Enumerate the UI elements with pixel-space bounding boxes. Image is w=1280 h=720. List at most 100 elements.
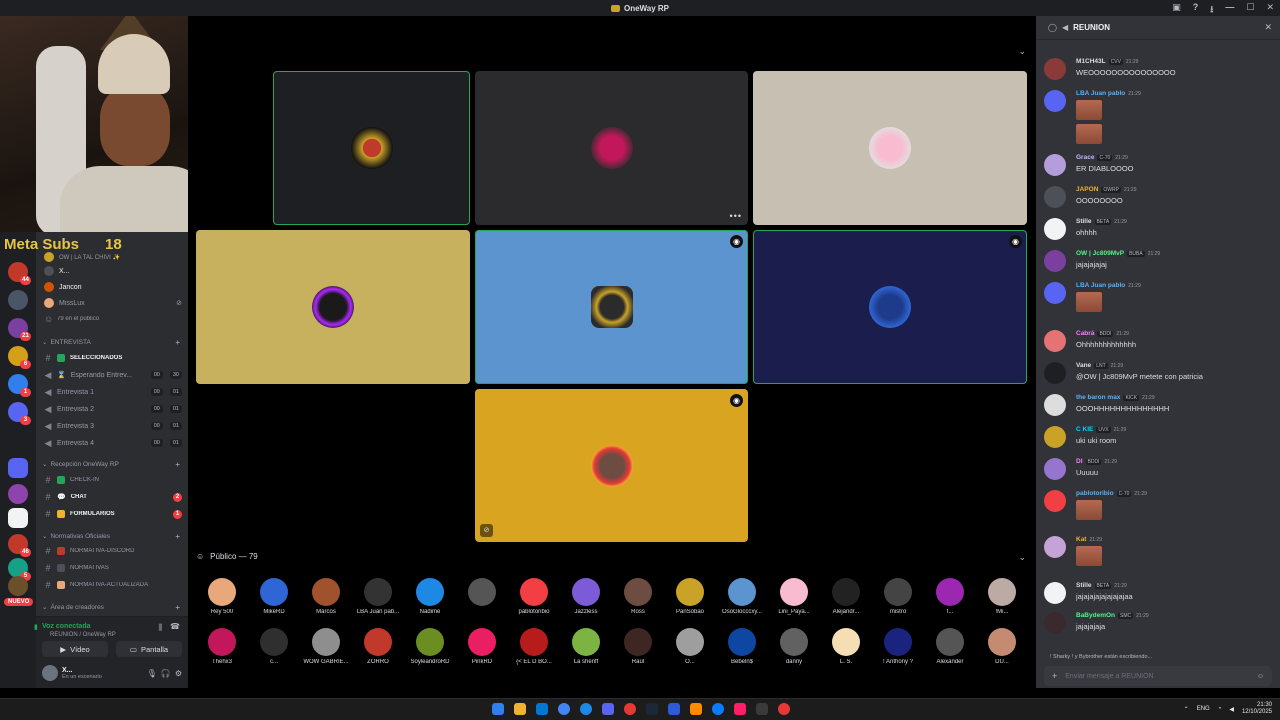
avatar[interactable] xyxy=(1044,58,1066,80)
voice-member[interactable]: MissLux ⊘ xyxy=(44,296,182,310)
voice-channel-entrevista-4[interactable]: ◀ Entrevista 4 00 01 xyxy=(44,436,182,450)
channel-normativa-actualizada[interactable]: # NORMATIVA-ACTUALIZADA xyxy=(44,578,182,592)
voice-channel-entrevista-3[interactable]: ◀ Entrevista 3 00 01 xyxy=(44,419,182,433)
discord-icon[interactable] xyxy=(602,703,614,715)
avatar[interactable] xyxy=(1044,90,1066,112)
chrome-icon[interactable] xyxy=(558,703,570,715)
chat-message[interactable]: Kat 21:29 xyxy=(1044,536,1274,582)
audience-member[interactable]: f... xyxy=(924,578,976,615)
audience-member[interactable]: c... xyxy=(248,628,300,665)
avatar[interactable] xyxy=(1044,612,1066,634)
add-channel-button[interactable]: + xyxy=(175,603,180,612)
vlc-icon[interactable] xyxy=(690,703,702,715)
avatar[interactable] xyxy=(1044,330,1066,352)
message-author[interactable]: M1CH43L xyxy=(1076,58,1106,65)
audience-member[interactable]: Thehx3 xyxy=(196,628,248,665)
voice-channel-entrevista-1[interactable]: ◀ Entrevista 1 00 01 xyxy=(44,385,182,399)
message-input[interactable]: + Enviar mensaje a REUNION ☺ xyxy=(1044,666,1272,686)
audience-header[interactable]: ☺ Público — 79 xyxy=(196,552,258,561)
message-author[interactable]: BaBydemOn xyxy=(1076,612,1115,619)
voice-channel-esperando[interactable]: ◀ ⌛ Esperando Entrev... 00 30 xyxy=(44,368,182,382)
audience-member[interactable] xyxy=(456,578,508,609)
category-creadores[interactable]: ⌄ Área de creadores xyxy=(42,603,104,612)
mic-icon[interactable]: 🎙 xyxy=(147,669,157,678)
gif-attachment[interactable] xyxy=(1076,292,1102,312)
chat-message[interactable]: BaBydemOn SMC 21:29 jajajajaja xyxy=(1044,612,1274,642)
channel-seleccionados[interactable]: # SELECCIONADOS xyxy=(44,351,182,365)
audience-member[interactable]: L. S. xyxy=(820,628,872,665)
noise-suppression-icon[interactable]: ⫼ xyxy=(158,623,162,633)
gif-attachment[interactable] xyxy=(1076,546,1102,566)
voice-channel-name[interactable]: REUNION / OneWay RP xyxy=(50,632,116,638)
message-author[interactable]: JAPON xyxy=(1076,186,1098,193)
message-author[interactable]: the baron max xyxy=(1076,394,1120,401)
audience-member[interactable]: Lini_Paya... xyxy=(768,578,820,615)
audience-member[interactable]: ZORRO xyxy=(352,628,404,665)
speaker-tile[interactable]: ◉ xyxy=(753,230,1027,384)
add-channel-button[interactable]: + xyxy=(175,460,180,469)
active-server-icon[interactable] xyxy=(8,508,28,528)
server-icon[interactable] xyxy=(8,290,28,310)
chat-message[interactable]: DI BDDI 21:29 Uuuuu xyxy=(1044,458,1274,490)
message-author[interactable]: pablotoribio xyxy=(1076,490,1114,497)
category-recepcion[interactable]: ⌄ Recepción OneWay RP xyxy=(42,460,119,469)
audience-member[interactable]: PanSobao xyxy=(664,578,716,615)
steam-icon[interactable] xyxy=(646,703,658,715)
disconnect-icon[interactable]: ☎ xyxy=(170,622,180,631)
clock[interactable]: 21:30 12/10/2025 xyxy=(1242,702,1272,716)
avatar[interactable] xyxy=(1044,218,1066,240)
message-author[interactable]: Grace xyxy=(1076,154,1094,161)
chat-message[interactable]: C KIE UVX 21:29 uki uki room xyxy=(1044,426,1274,458)
voice-member[interactable]: X... xyxy=(44,264,182,278)
obs-icon[interactable] xyxy=(624,703,636,715)
message-author[interactable]: OW | Jc809MvP xyxy=(1076,250,1124,257)
add-attachment-icon[interactable]: + xyxy=(1052,671,1057,681)
avatar[interactable] xyxy=(1044,582,1066,604)
category-normativas[interactable]: ⌄ Normativas Oficiales xyxy=(42,532,110,541)
avatar[interactable] xyxy=(1044,490,1066,512)
message-author[interactable]: Kat xyxy=(1076,536,1086,543)
chat-message[interactable]: Cabrá BDDI 21:29 Ohhhhhhhhhhhhh xyxy=(1044,330,1274,362)
message-author[interactable]: DI xyxy=(1076,458,1083,465)
collapse-chevron-icon[interactable]: ⌄ xyxy=(1018,552,1026,563)
collapse-chevron-icon[interactable]: ⌄ xyxy=(1018,46,1026,57)
message-author[interactable]: Stille xyxy=(1076,582,1092,589)
channel-normativas[interactable]: # NORMATIVAS xyxy=(44,561,182,575)
chat-message[interactable]: Grace C-70 21:29 ER DIABLOOOO xyxy=(1044,154,1274,186)
chat-message[interactable]: OW | Jc809MvP BUBA 21:29 jajajajajaj xyxy=(1044,250,1274,282)
chevron-up-icon[interactable]: ⌃ xyxy=(1184,706,1189,713)
audience-member[interactable]: Rey 500 xyxy=(196,578,248,615)
settings-icon[interactable]: ⚙ xyxy=(175,669,182,678)
terminal-icon[interactable] xyxy=(756,703,768,715)
chat-message[interactable]: Stille BETA 21:29 jajajajajajajajajaa xyxy=(1044,582,1274,612)
audience-member[interactable]: Bebeln$ xyxy=(716,628,768,665)
audience-member[interactable]: Raúl xyxy=(612,628,664,665)
tiktok-icon[interactable] xyxy=(734,703,746,715)
volume-icon[interactable]: ◀ xyxy=(1229,706,1234,713)
more-options-icon[interactable]: ••• xyxy=(730,211,742,221)
emoji-icon[interactable]: ☺ xyxy=(1257,673,1264,680)
audience-member[interactable]: PinkRD xyxy=(456,628,508,665)
avatar[interactable] xyxy=(1044,458,1066,480)
speaker-tile[interactable]: ••• xyxy=(475,71,748,225)
chat-message[interactable]: Stille BETA 21:29 ohhhh xyxy=(1044,218,1274,250)
channel-formularios[interactable]: # FORMULARIOS 1 xyxy=(44,507,182,521)
audience-member[interactable]: Alejandr... xyxy=(820,578,872,615)
edge-icon[interactable] xyxy=(712,703,724,715)
audience-member[interactable]: Marcos xyxy=(300,578,352,615)
add-channel-button[interactable]: + xyxy=(175,338,180,347)
audience-member[interactable]: !Mi... xyxy=(976,578,1028,615)
gif-attachment[interactable] xyxy=(1076,124,1102,144)
audience-member[interactable]: MikeRD xyxy=(248,578,300,615)
app-icon[interactable] xyxy=(778,703,790,715)
message-author[interactable]: Cabrá xyxy=(1076,330,1094,337)
browser-icon[interactable] xyxy=(580,703,592,715)
start-button[interactable] xyxy=(492,703,504,715)
audience-member[interactable]: SoyleandroRD xyxy=(404,628,456,665)
audience-member[interactable]: mistro xyxy=(872,578,924,615)
audience-member[interactable]: Ross xyxy=(612,578,664,615)
chat-message[interactable]: Vane LNT 21:29 @OW | Jc809MvP metete con pa… xyxy=(1044,362,1274,394)
audience-member[interactable]: danny xyxy=(768,628,820,665)
category-entrevista[interactable]: ⌄ ENTREVISTA xyxy=(42,338,91,347)
audience-member[interactable]: Alexander xyxy=(924,628,976,665)
